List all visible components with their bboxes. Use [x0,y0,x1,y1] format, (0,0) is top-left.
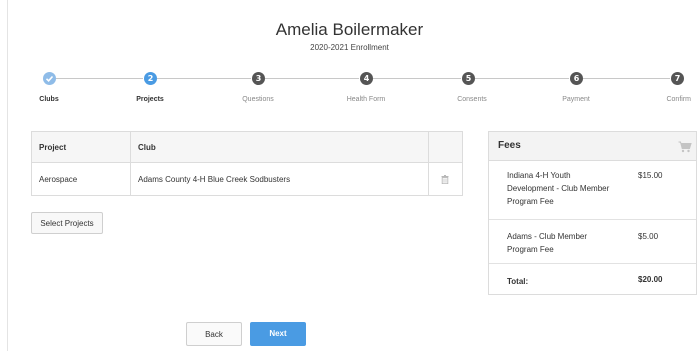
fee-total-label: Total: [507,277,529,286]
step-projects-circle[interactable]: 2 [144,72,157,85]
step-connector [56,78,143,79]
club-cell: Adams County 4-H Blue Creek Sodbusters [131,163,429,195]
back-button[interactable]: Back [186,322,242,346]
step-label-confirm[interactable]: Confirm [611,96,691,103]
fees-header: Fees [489,132,696,161]
step-label-projects[interactable]: Projects [110,96,190,103]
step-connector [583,78,670,79]
table-row: Aerospace Adams County 4-H Blue Creek So… [32,163,462,195]
step-confirm-circle[interactable]: 7 [671,72,684,85]
step-connector [157,78,251,79]
trash-icon[interactable] [441,174,449,184]
fee-item-amount: $5.00 [638,232,659,241]
fee-item-amount: $15.00 [638,171,663,180]
left-divider [7,0,8,351]
step-label-health-form[interactable]: Health Form [326,96,406,103]
fee-item: Adams - Club Member Program Fee $5.00 [489,220,696,264]
step-questions-circle[interactable]: 3 [252,72,265,85]
step-connector [265,78,359,79]
fees-title: Fees [498,140,521,151]
project-cell: Aerospace [32,163,131,195]
member-name: Amelia Boilermaker [275,20,424,39]
fee-item: Indiana 4-H Youth Development - Club Mem… [489,161,696,220]
step-consents-circle[interactable]: 5 [462,72,475,85]
step-connector [475,78,569,79]
delete-project-button[interactable] [429,163,460,195]
table-header: Project Club [32,132,462,163]
step-label-consents[interactable]: Consents [432,96,512,103]
cart-icon [678,141,692,153]
step-label-clubs[interactable]: Clubs [9,96,89,103]
fee-item-name: Indiana 4-H Youth Development - Club Mem… [507,171,610,206]
projects-table: Project Club Aerospace Adams County 4-H … [31,131,463,196]
enrollment-stepper: 2 3 4 5 6 7 Clubs Projects Questions Hea… [0,70,699,110]
enrollment-year: 2020-2021 Enrollment [310,43,389,52]
step-connector [373,78,461,79]
fee-total-amount: $20.00 [638,275,663,284]
step-label-questions[interactable]: Questions [218,96,298,103]
step-clubs-check-icon[interactable] [43,72,56,85]
fee-item-name: Adams - Club Member Program Fee [507,232,588,254]
fees-panel: Fees Indiana 4-H Youth Development - Clu… [488,131,697,295]
column-header-actions [429,132,460,162]
next-button[interactable]: Next [250,322,306,346]
step-payment-circle[interactable]: 6 [570,72,583,85]
step-label-payment[interactable]: Payment [536,96,616,103]
column-header-project: Project [32,132,131,162]
select-projects-button[interactable]: Select Projects [31,212,103,234]
fee-total-row: Total: $20.00 [489,264,696,297]
step-health-form-circle[interactable]: 4 [360,72,373,85]
column-header-club: Club [131,132,429,162]
